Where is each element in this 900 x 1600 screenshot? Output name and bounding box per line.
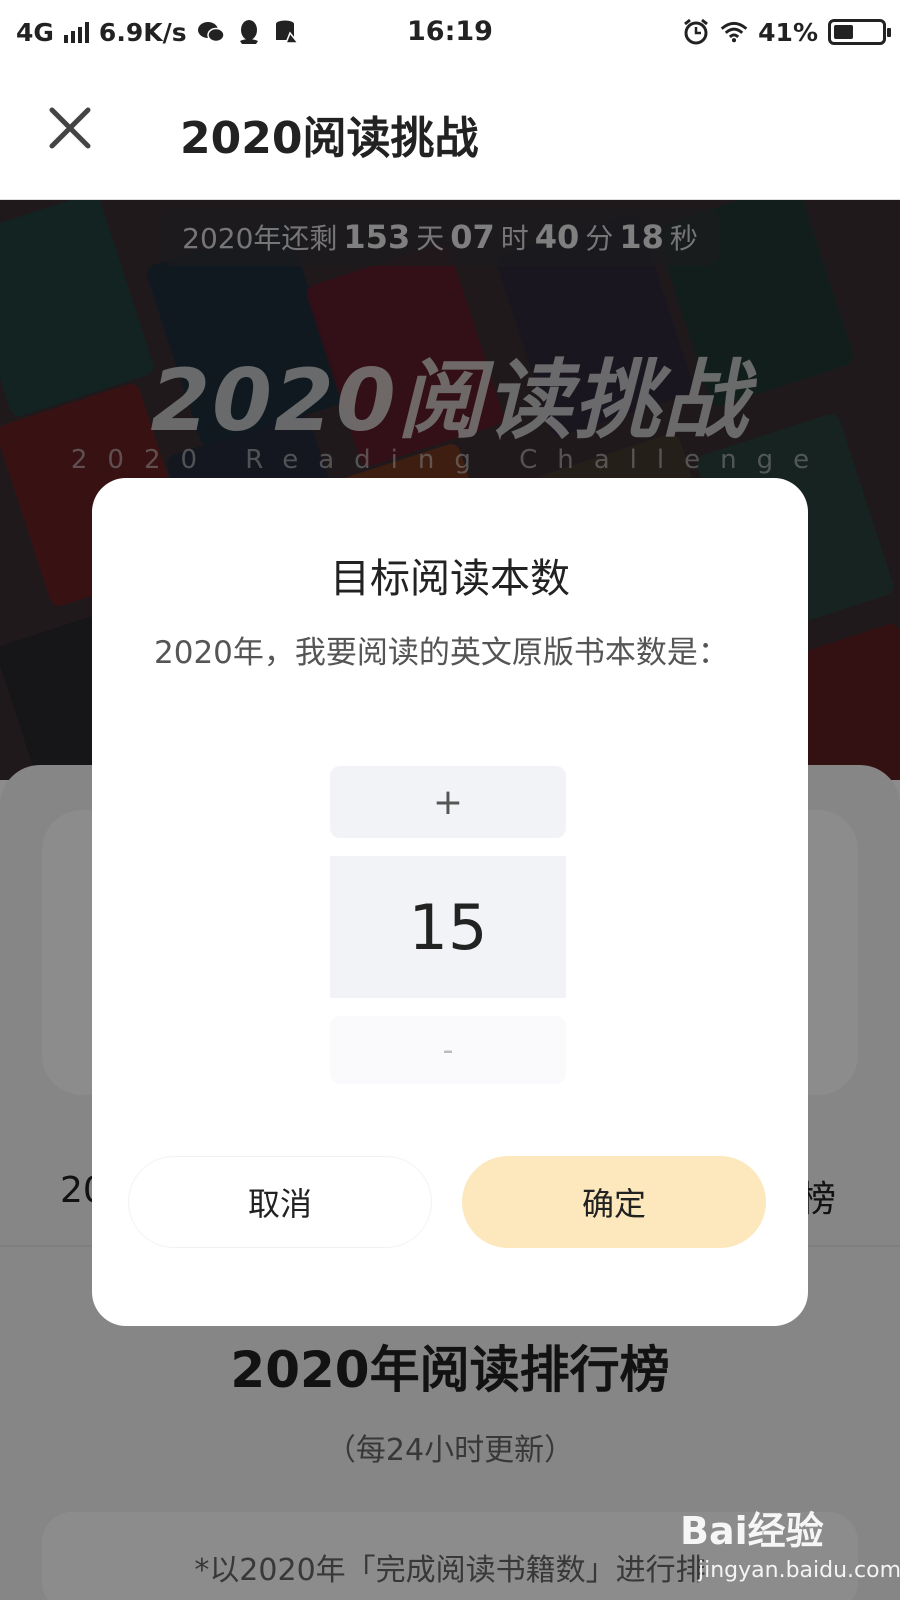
battery-icon (828, 19, 891, 45)
close-button[interactable] (46, 104, 94, 152)
battery-fill (834, 25, 853, 39)
clock: 16:19 (407, 16, 493, 47)
dialog-title: 目标阅读本数 (330, 556, 570, 602)
decrement-button[interactable]: - (330, 1016, 566, 1084)
dialog-description: 2020年，我要阅读的英文原版书本数是： (154, 635, 729, 671)
status-bar: 4G 6.9K/s 16:19 41% (0, 0, 900, 64)
close-icon (49, 107, 91, 149)
watermark-logo: Bai经验 (680, 1509, 824, 1553)
watermark-url: jingyan.baidu.com (698, 1558, 900, 1583)
cancel-button[interactable]: 取消 (128, 1156, 432, 1248)
increment-button[interactable]: + (330, 766, 566, 838)
baidu-watermark: Bai经验 jingyan.baidu.com (680, 1500, 900, 1600)
page-title: 2020阅读挑战 (180, 113, 479, 164)
confirm-button[interactable]: 确定 (462, 1156, 766, 1248)
goal-value: 15 (330, 856, 566, 998)
goal-dialog: 目标阅读本数 2020年，我要阅读的英文原版书本数是： + 15 - 取消 确定 (92, 478, 808, 1326)
title-bar: 2020阅读挑战 (0, 64, 900, 200)
